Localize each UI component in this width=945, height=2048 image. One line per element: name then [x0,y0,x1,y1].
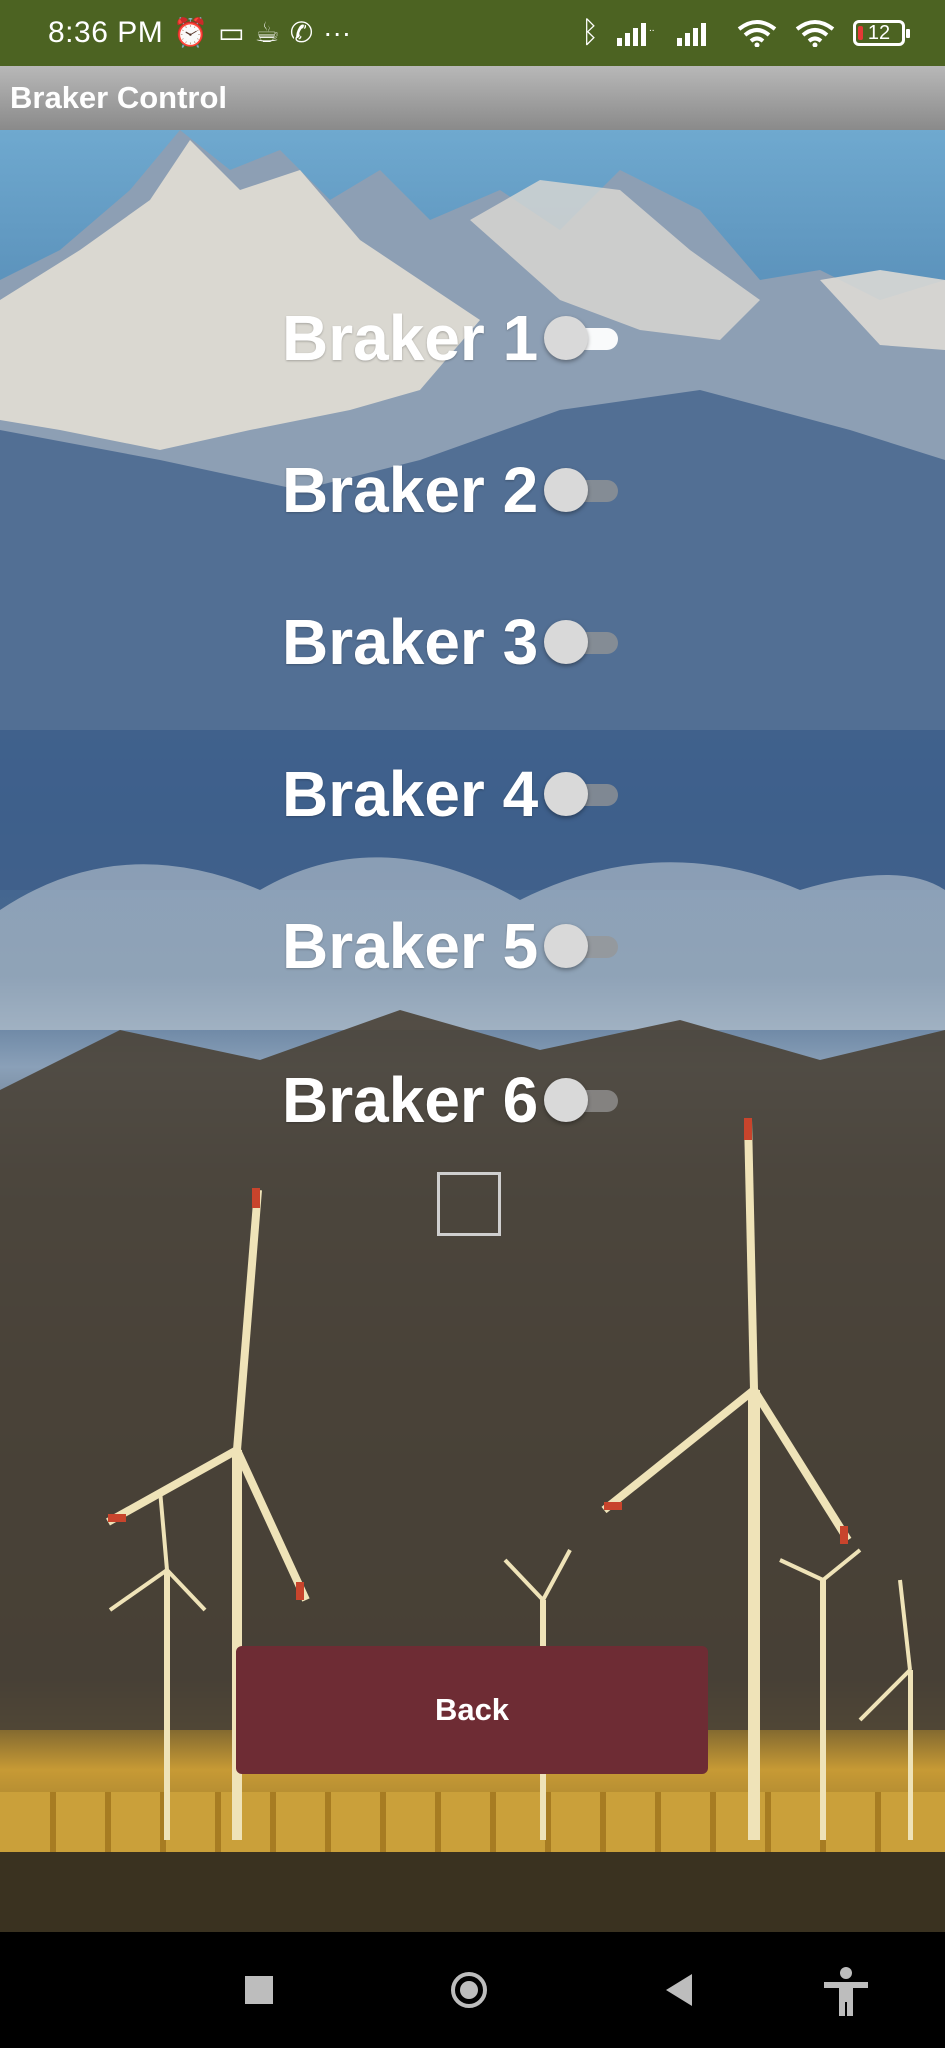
back-button[interactable]: Back [236,1646,708,1774]
braker-5-label: Braker 5 [282,910,539,982]
svg-text:..: .. [649,23,655,34]
status-bar: 8:36 PM ⏰ ▭ ☕ ✆ ··· ᛒ .. 12 [0,0,945,66]
navigation-bar [0,1932,945,2048]
wifi-icon [737,20,777,47]
wifi-icon [795,20,835,47]
cell-signal-icon [677,23,706,46]
home-circle-icon[interactable] [451,1972,487,2008]
braker-2-switch[interactable] [544,466,622,514]
cell-signal-icon: .. [617,23,655,46]
bluetooth-icon: ᛒ [581,16,599,49]
braker-6-row: Braker 6 [282,1060,622,1140]
braker-3-label: Braker 3 [282,606,539,678]
braker-3-switch[interactable] [544,618,622,666]
accessibility-icon[interactable] [820,1966,872,2018]
switch-thumb [544,620,589,664]
braker-2-row: Braker 2 [282,450,622,530]
back-triangle-icon[interactable] [666,1974,692,2006]
braker-1-label: Braker 1 [282,302,539,374]
status-time: 8:36 PM [48,16,164,49]
app-title-bar: Braker Control [0,66,945,130]
braker-1-row: Braker 1 [282,298,622,378]
recents-square-icon[interactable] [245,1976,273,2004]
braker-4-label: Braker 4 [282,758,539,830]
braker-5-switch[interactable] [544,922,622,970]
braker-4-row: Braker 4 [282,754,622,834]
app-icon: ☕ [254,17,280,48]
braker-2-label: Braker 2 [282,454,539,526]
signal-app-icon: ✆ [289,17,314,48]
message-icon: ▭ [218,17,245,48]
app-title: Braker Control [10,80,228,115]
braker-3-row: Braker 3 [282,602,622,682]
switch-thumb [544,1078,589,1122]
switch-thumb [544,924,589,968]
battery-icon: 12 [853,20,910,46]
checkbox[interactable] [437,1172,501,1236]
switch-thumb [544,772,589,816]
switch-thumb [544,468,589,512]
braker-1-switch[interactable] [544,314,622,362]
alarm-icon: ⏰ [173,17,209,48]
switch-thumb [544,316,589,360]
braker-6-switch[interactable] [544,1076,622,1124]
battery-level: 12 [867,21,891,44]
braker-6-label: Braker 6 [282,1064,539,1136]
braker-4-switch[interactable] [544,770,622,818]
braker-5-row: Braker 5 [282,906,622,986]
more-notifications: ··· [323,17,352,48]
